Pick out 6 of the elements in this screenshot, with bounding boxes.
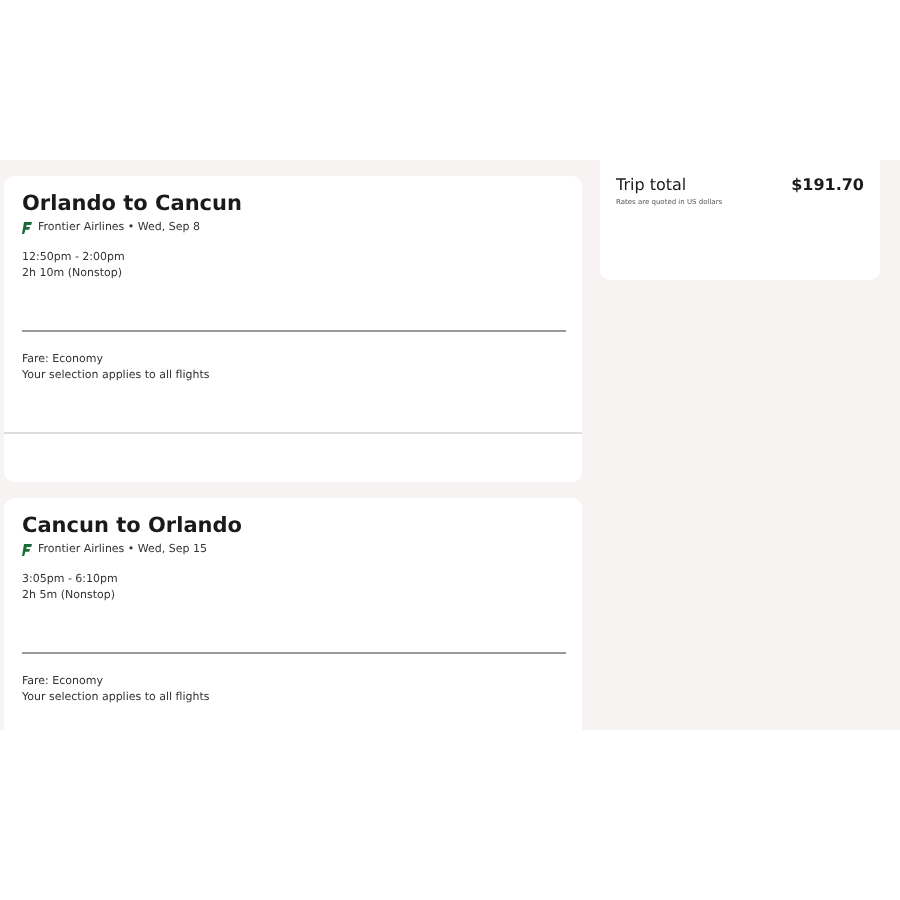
flight-route: Cancun to Orlando bbox=[22, 514, 244, 538]
trip-total-label: Trip total bbox=[616, 176, 689, 194]
airline-logo-icon bbox=[22, 544, 32, 556]
trip-total-amount: $191.70 bbox=[791, 176, 864, 194]
airline-logo-icon bbox=[22, 222, 32, 234]
flight-route: Orlando to Cancun bbox=[22, 192, 244, 216]
